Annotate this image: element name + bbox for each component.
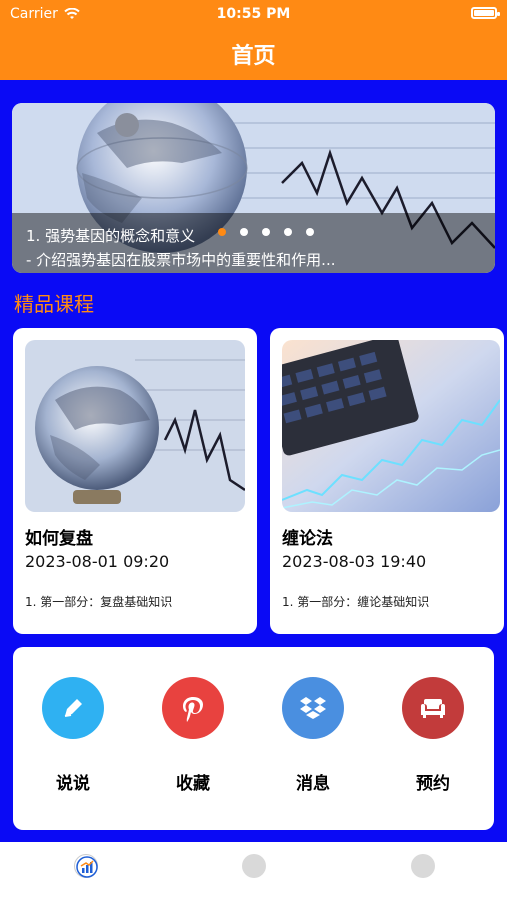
banner-carousel[interactable]: 1. 强势基因的概念和意义 - 介绍强势基因在股票市场中的重要性和作用... bbox=[12, 103, 495, 273]
shortcut-booking[interactable]: 预约 bbox=[383, 677, 483, 794]
course-description: 1. 第一部分：缠论基础知识 bbox=[282, 595, 430, 609]
battery-icon bbox=[471, 7, 500, 19]
shortcut-favorites[interactable]: 收藏 bbox=[143, 677, 243, 794]
status-time: 10:55 PM bbox=[216, 6, 291, 22]
shortcut-messages[interactable]: 消息 bbox=[263, 677, 363, 794]
tab-bar bbox=[0, 842, 507, 900]
course-card[interactable]: 缠论法 2023-08-03 19:40 1. 第一部分：缠论基础知识 bbox=[270, 328, 504, 634]
shortcut-label: 说说 bbox=[56, 774, 90, 794]
course-title: 如何复盘 bbox=[25, 529, 93, 549]
course-thumbnail bbox=[282, 340, 500, 512]
shortcut-label: 收藏 bbox=[176, 774, 210, 794]
status-bar: Carrier 10:55 PM bbox=[0, 0, 507, 28]
shortcut-label: 消息 bbox=[296, 774, 330, 794]
globe-chart-image bbox=[25, 340, 245, 512]
pencil-icon bbox=[42, 677, 104, 739]
course-date: 2023-08-01 09:20 bbox=[25, 552, 170, 571]
course-thumbnail bbox=[25, 340, 245, 512]
carousel-dot[interactable] bbox=[262, 228, 270, 236]
carousel-dots bbox=[218, 228, 314, 236]
shortcut-panel: 说说 收藏 消息 预约 bbox=[13, 647, 494, 830]
carousel-dot[interactable] bbox=[240, 228, 248, 236]
course-card[interactable]: 如何复盘 2023-08-01 09:20 1. 第一部分：复盘基础知识 bbox=[13, 328, 257, 634]
dropbox-icon bbox=[282, 677, 344, 739]
banner-caption-subtitle: - 介绍强势基因在股票市场中的重要性和作用... bbox=[26, 251, 336, 269]
carousel-dot[interactable] bbox=[218, 228, 226, 236]
shortcut-shuoshuo[interactable]: 说说 bbox=[23, 677, 123, 794]
page-title: 首页 bbox=[231, 44, 276, 69]
calculator-chart-image bbox=[282, 340, 500, 512]
banner-caption-title: 1. 强势基因的概念和意义 bbox=[26, 227, 196, 245]
carousel-dot[interactable] bbox=[306, 228, 314, 236]
course-title: 缠论法 bbox=[282, 529, 333, 549]
sofa-icon bbox=[402, 677, 464, 739]
pinterest-icon bbox=[162, 677, 224, 739]
section-title: 精品课程 bbox=[14, 292, 94, 316]
tab-home[interactable] bbox=[74, 854, 98, 878]
tab-second[interactable] bbox=[242, 854, 266, 878]
tab-third[interactable] bbox=[411, 854, 435, 878]
carousel-dot[interactable] bbox=[284, 228, 292, 236]
shortcut-label: 预约 bbox=[416, 774, 450, 794]
header-bar: Carrier 10:55 PM 首页 bbox=[0, 0, 507, 80]
course-date: 2023-08-03 19:40 bbox=[282, 552, 427, 571]
chart-icon bbox=[76, 856, 98, 878]
course-description: 1. 第一部分：复盘基础知识 bbox=[25, 595, 173, 609]
